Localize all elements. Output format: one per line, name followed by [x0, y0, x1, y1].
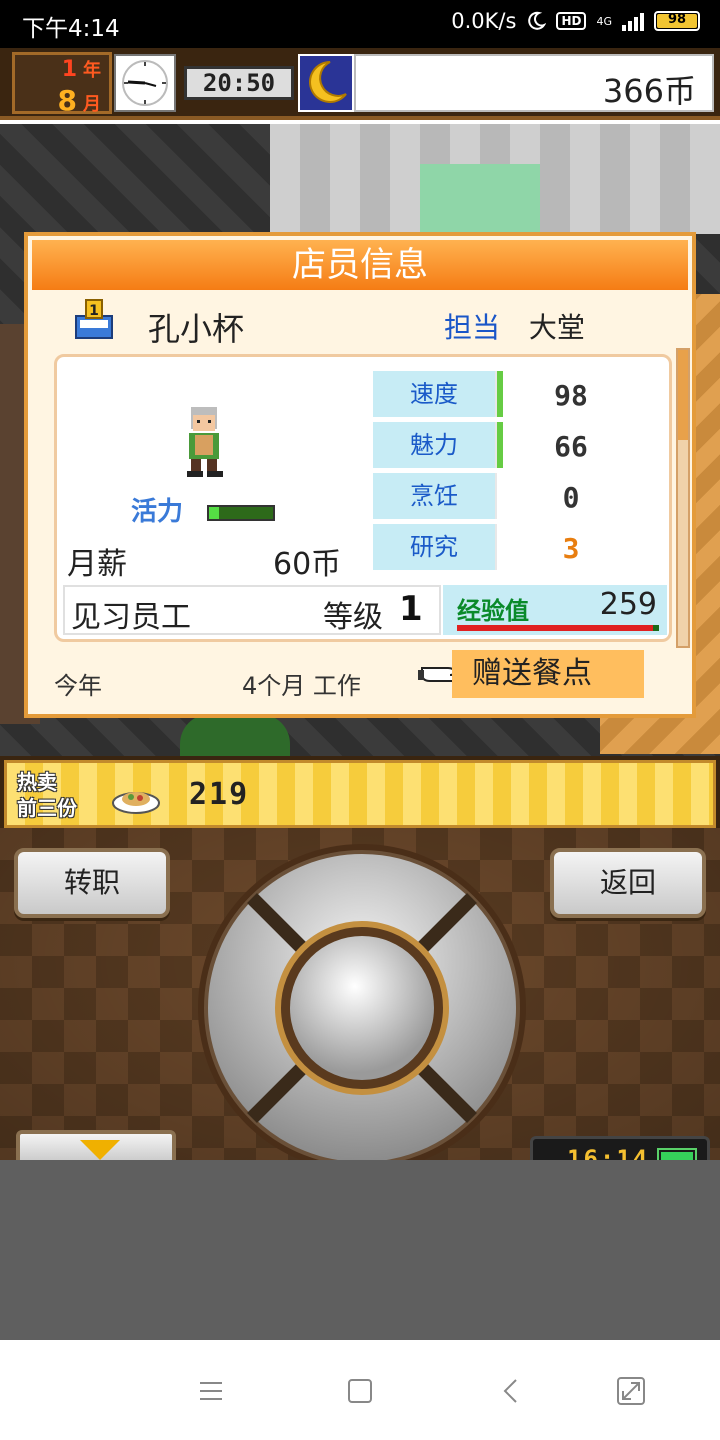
- staff-info-panel: 店员信息 1 孔小杯 担当 大堂 活力 月薪 60币 速度 98 魅力 66 烹…: [24, 232, 696, 718]
- home-icon[interactable]: [343, 1374, 377, 1408]
- stat-label: 烹饪: [373, 473, 495, 519]
- status-time: 下午4:14: [22, 16, 120, 42]
- back-icon[interactable]: [495, 1374, 529, 1408]
- system-status-bar: 下午4:14 0.0K/s HD 4G 98: [0, 0, 720, 48]
- year-unit: 年: [83, 60, 101, 81]
- year-value: 1: [61, 57, 77, 82]
- network-type: 4G: [596, 14, 612, 28]
- month-value: 8: [57, 84, 77, 117]
- menu-icon[interactable]: [194, 1374, 228, 1408]
- dish-icon: [112, 792, 160, 814]
- stat-row-research: 研究 3: [371, 522, 647, 572]
- hot-sales-strip: 热卖 前三份 219: [0, 756, 720, 828]
- stat-value: 0: [562, 481, 580, 514]
- exp-label: 经验值: [457, 597, 529, 625]
- vitality-bar: [207, 505, 275, 521]
- transfer-job-button[interactable]: 转职: [14, 848, 170, 918]
- salary-value: 60币: [273, 547, 342, 582]
- stat-label: 速度: [373, 371, 495, 417]
- back-button[interactable]: 返回: [550, 848, 706, 918]
- assignment[interactable]: 担当 大堂: [444, 306, 585, 346]
- month-unit: 月: [83, 94, 101, 115]
- moon-icon: [528, 11, 547, 30]
- gift-meal-button[interactable]: 赠送餐点: [418, 650, 644, 698]
- vitality-label: 活力: [131, 497, 184, 527]
- battery-level: 98: [667, 12, 687, 27]
- battery-icon: 98: [654, 11, 700, 31]
- controller-area: 转职 返回 16:14: [0, 828, 720, 1180]
- panel-title: 店员信息: [32, 240, 688, 290]
- stat-label: 研究: [373, 524, 495, 570]
- stat-value: 98: [554, 379, 588, 412]
- staff-name: 孔小杯: [148, 310, 245, 348]
- gift-button-label: 赠送餐点: [452, 650, 644, 698]
- signal-icon: [622, 11, 644, 31]
- stat-row-speed: 速度 98: [371, 369, 647, 419]
- rank-badge-icon: 1: [70, 298, 118, 344]
- stat-row-cooking: 烹饪 0: [371, 471, 647, 521]
- stat-row-charm: 魅力 66: [371, 420, 647, 470]
- exp-value: 259: [599, 587, 657, 622]
- kitchen-floor: [420, 164, 540, 234]
- level-value: 1: [399, 589, 423, 629]
- exp-bar: [457, 625, 659, 631]
- tenure-months: 4个月 工作: [242, 672, 361, 700]
- staff-avatar: [177, 405, 233, 481]
- system-nav-bar: [0, 1340, 720, 1440]
- exp-box: 经验值 259: [443, 585, 667, 635]
- rank-title: 见习员工: [71, 600, 191, 635]
- game-top-bar: 1 年 8 月 20:50 366币: [0, 48, 720, 120]
- panel-scrollbar[interactable]: [676, 348, 690, 648]
- analog-clock-icon: [114, 54, 176, 112]
- assign-label: 担当: [444, 311, 501, 344]
- money-value: 366币: [602, 72, 696, 110]
- exp-fill: [457, 625, 653, 631]
- status-indicators: 0.0K/s HD 4G 98: [451, 9, 700, 33]
- assign-value: 大堂: [528, 311, 585, 344]
- money-display: 366币: [354, 54, 714, 112]
- hot-sales-count: 219: [189, 777, 250, 812]
- hot-sales-label: 热卖 前三份: [17, 770, 77, 820]
- net-speed: 0.0K/s: [451, 9, 517, 33]
- game-clock: 20:50: [184, 66, 294, 100]
- staff-detail-card: 活力 月薪 60币 速度 98 魅力 66 烹饪 0 研究 3 见习员工 等级 …: [54, 354, 672, 642]
- salary-label: 月薪: [67, 547, 127, 582]
- svg-text:1: 1: [89, 303, 99, 319]
- night-moon-icon: [298, 54, 354, 112]
- stats-table: 速度 98 魅力 66 烹饪 0 研究 3: [371, 369, 647, 573]
- calendar: 1 年 8 月: [12, 52, 112, 117]
- fullscreen-icon[interactable]: [614, 1374, 648, 1408]
- vitality-fill: [209, 507, 219, 519]
- dpad-center-button: [290, 936, 434, 1080]
- empty-area: [0, 1160, 720, 1340]
- chevron-down-icon: [80, 1140, 120, 1160]
- hd-badge: HD: [556, 12, 587, 30]
- tenure-year-label: 今年: [54, 672, 102, 700]
- dpad[interactable]: [196, 842, 528, 1174]
- stat-value: 66: [554, 430, 588, 463]
- stat-value: 3: [562, 532, 580, 565]
- level-label: 等级: [323, 600, 383, 635]
- scrollbar-thumb[interactable]: [678, 350, 688, 440]
- rank-box: 见习员工 等级 1: [63, 585, 441, 635]
- stat-label: 魅力: [373, 422, 495, 468]
